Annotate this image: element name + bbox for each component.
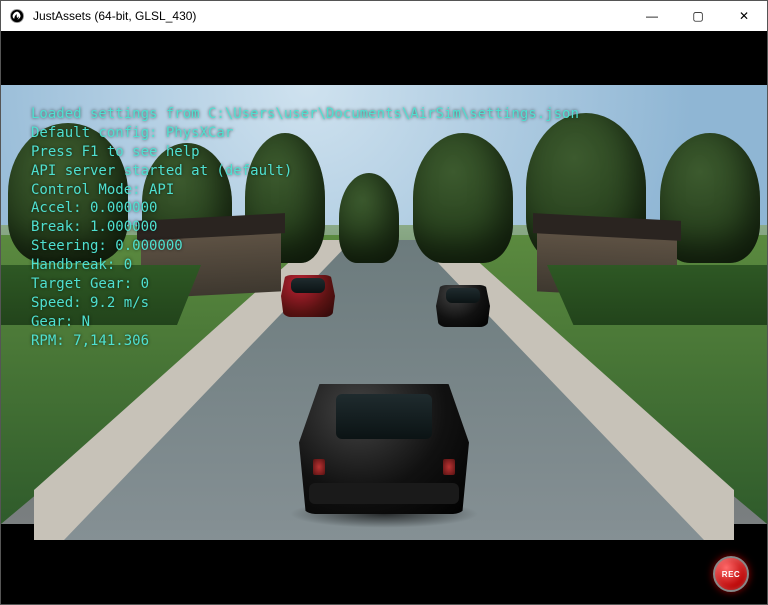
hud-line: Target Gear: 0 [31, 275, 579, 294]
hud-line: Gear: N [31, 313, 579, 332]
hud-line: Default config: PhysXCar [31, 124, 579, 143]
game-viewport[interactable]: Loaded settings from C:\Users\user\Docum… [1, 31, 767, 604]
player-car [299, 384, 469, 514]
app-window: JustAssets (64-bit, GLSL_430) — ▢ ✕ [0, 0, 768, 605]
hud-line: Speed: 9.2 m/s [31, 294, 579, 313]
hedge-right [547, 265, 767, 325]
hud-line: Accel: 0.000000 [31, 199, 579, 218]
record-label: REC [722, 570, 740, 579]
window-title: JustAssets (64-bit, GLSL_430) [33, 9, 196, 23]
hud-line: Control Mode: API [31, 181, 579, 200]
title-bar[interactable]: JustAssets (64-bit, GLSL_430) — ▢ ✕ [1, 1, 767, 31]
maximize-button[interactable]: ▢ [675, 1, 721, 31]
hud-line: RPM: 7,141.306 [31, 332, 579, 351]
hud-line: Steering: 0.000000 [31, 237, 579, 256]
hud-line: Break: 1.000000 [31, 218, 579, 237]
hud-overlay: Loaded settings from C:\Users\user\Docum… [31, 105, 579, 351]
record-button[interactable]: REC [713, 556, 749, 592]
hud-line: API server started at (default) [31, 162, 579, 181]
close-button[interactable]: ✕ [721, 1, 767, 31]
minimize-button[interactable]: — [629, 1, 675, 31]
hud-line: Loaded settings from C:\Users\user\Docum… [31, 105, 579, 124]
window-controls: — ▢ ✕ [629, 1, 767, 31]
hud-line: Handbreak: 0 [31, 256, 579, 275]
unreal-engine-icon [5, 9, 29, 23]
hud-line: Press F1 to see help [31, 143, 579, 162]
